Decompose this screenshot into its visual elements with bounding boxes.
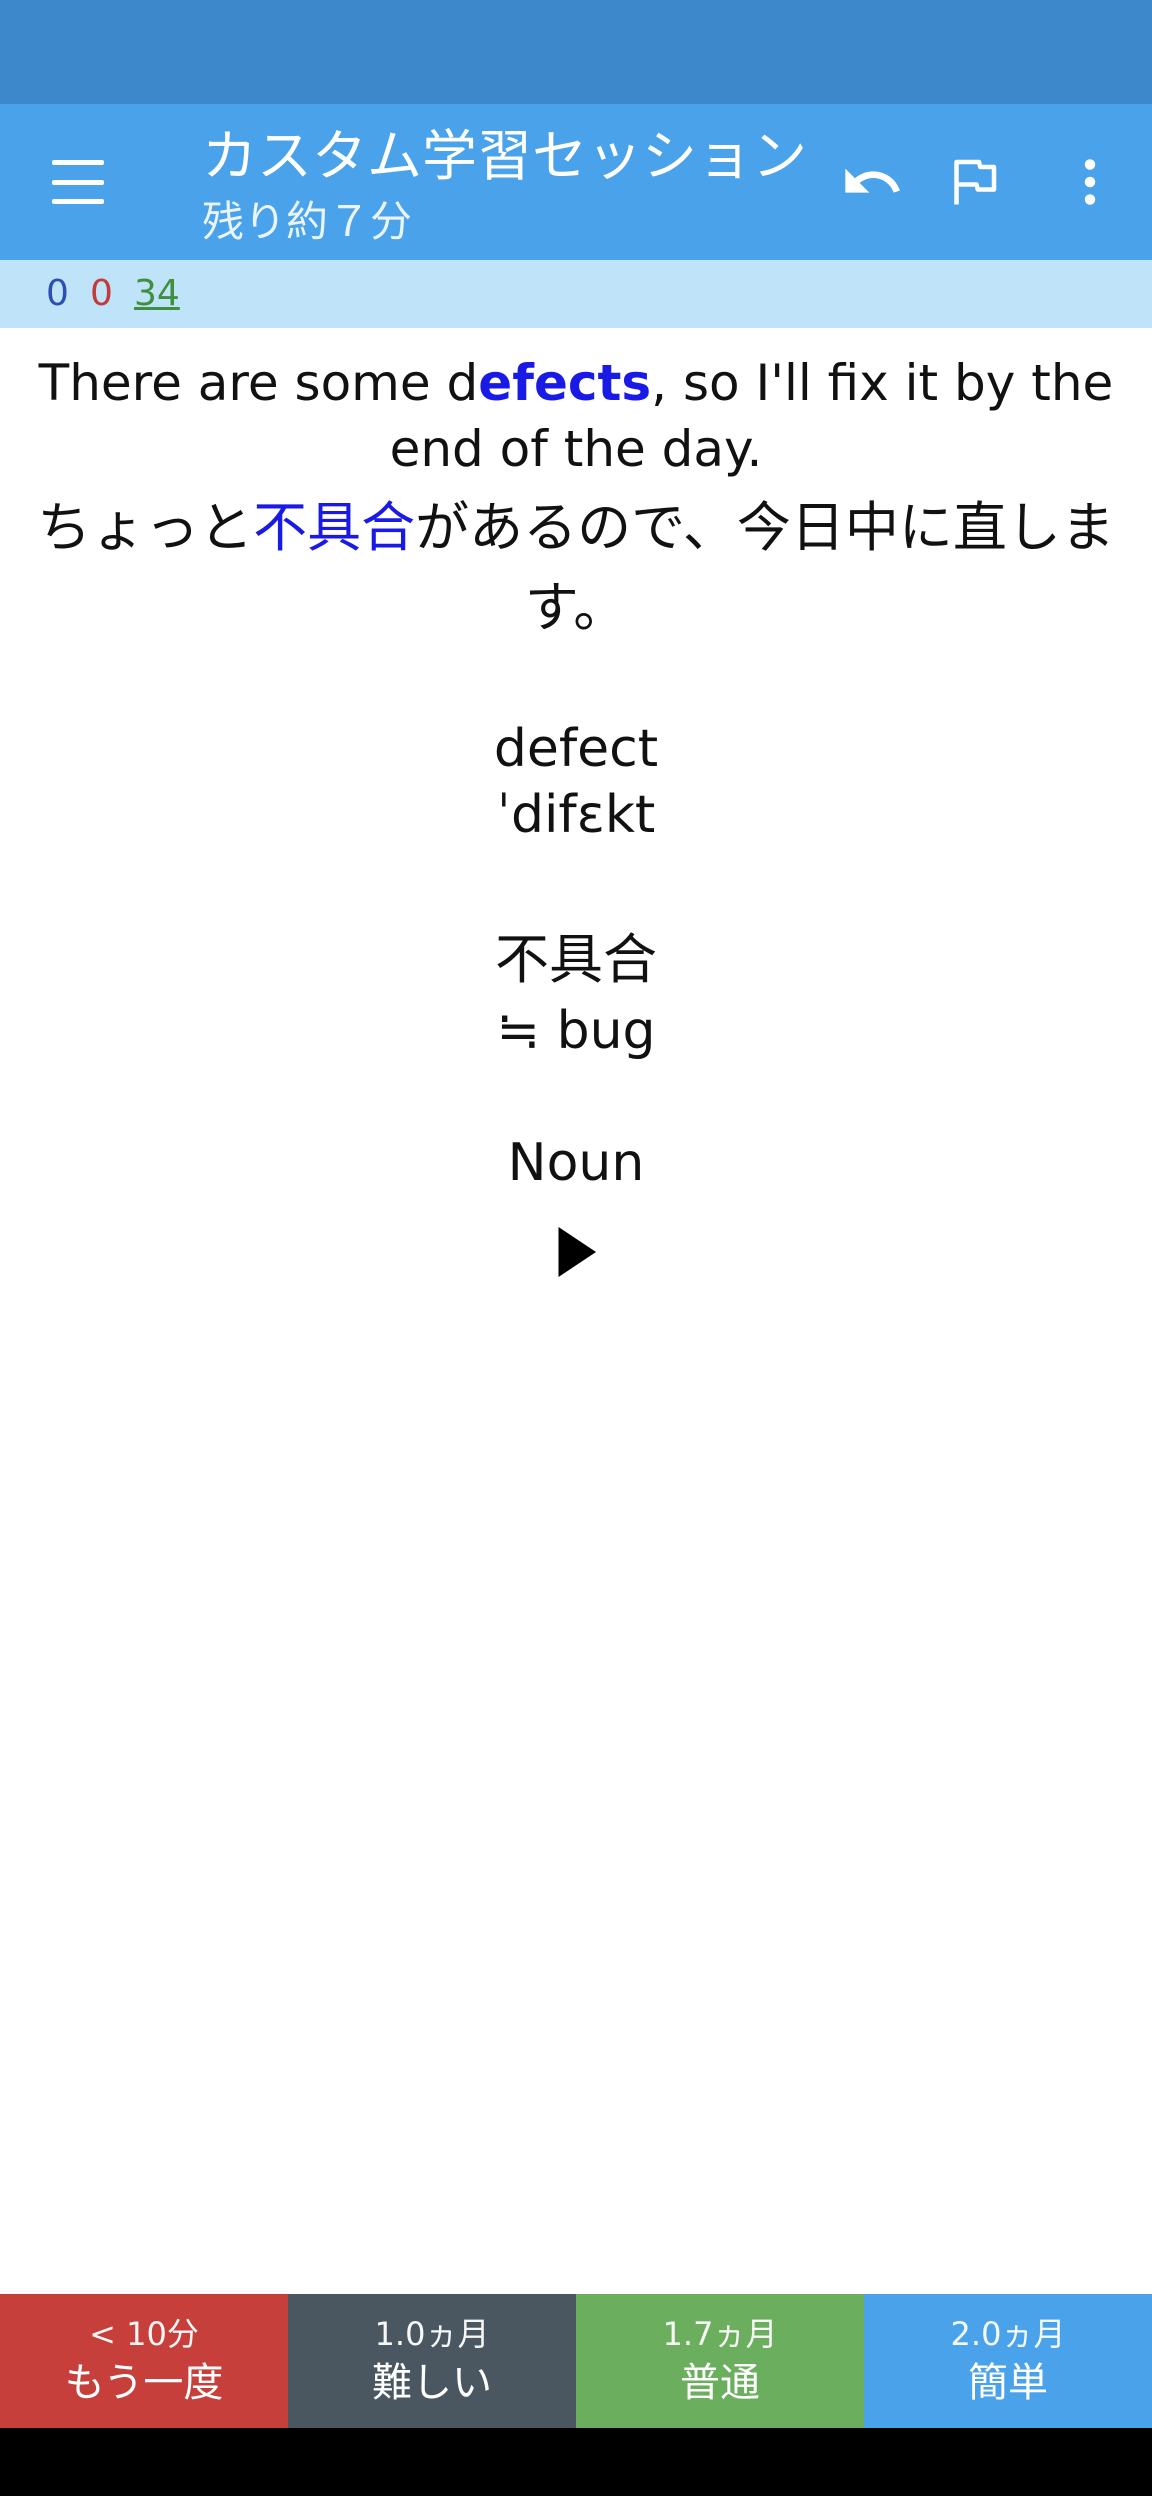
flashcard[interactable]: There are some defects, so I'll fix it b… <box>30 350 1122 1286</box>
example-sentence-en: There are some defects, so I'll fix it b… <box>30 350 1122 482</box>
sentence-en-pre: There are some d <box>38 354 479 412</box>
card-counts-bar: 0 0 34 <box>0 260 1152 328</box>
sentence-ja-highlight: 不具合 <box>253 496 416 559</box>
meaning: 不具合 <box>495 928 657 991</box>
part-of-speech: Noun <box>507 1133 645 1193</box>
sentence-ja-pre: ちょっと <box>37 496 254 559</box>
vocab-word: defect <box>493 719 659 779</box>
sentence-en-highlight: efects <box>478 354 652 412</box>
good-label: 普通 <box>680 2360 760 2406</box>
review-count: 34 <box>134 273 180 314</box>
flag-icon[interactable] <box>936 144 1012 220</box>
easy-interval: 2.0ヵ月 <box>950 2315 1066 2353</box>
page-title: カスタム学習セッション <box>202 124 808 188</box>
again-label: もう一度 <box>64 2360 224 2406</box>
synonym: ≒ bug <box>496 1001 656 1061</box>
answer-buttons: < 10分 もう一度 1.0ヵ月 難しい 1.7ヵ月 普通 2.0ヵ月 簡単 <box>0 2294 1152 2428</box>
hard-label: 難しい <box>372 2360 492 2406</box>
menu-icon[interactable] <box>44 150 112 214</box>
hard-button[interactable]: 1.0ヵ月 難しい <box>288 2294 576 2428</box>
hard-interval: 1.0ヵ月 <box>374 2315 490 2353</box>
example-sentence-ja: ちょっと不具合があるので、今日中に直します。 <box>30 488 1122 648</box>
easy-label: 簡単 <box>968 2360 1048 2406</box>
app-bar: カスタム学習セッション 残り約７分 <box>0 104 1152 260</box>
easy-button[interactable]: 2.0ヵ月 簡単 <box>864 2294 1152 2428</box>
new-count: 0 <box>46 273 69 314</box>
play-icon[interactable] <box>546 1222 606 1282</box>
good-interval: 1.7ヵ月 <box>662 2315 778 2353</box>
good-button[interactable]: 1.7ヵ月 普通 <box>576 2294 864 2428</box>
more-vert-icon[interactable] <box>1052 144 1128 220</box>
pronunciation: ˈdifɛkt <box>496 785 656 845</box>
system-nav-bar <box>0 2428 1152 2496</box>
status-bar <box>0 0 1152 104</box>
learning-count: 0 <box>90 273 113 314</box>
sentence-ja-post: があるので、今日中に直します。 <box>415 496 1115 639</box>
again-interval: < 10分 <box>89 2315 199 2353</box>
undo-icon[interactable] <box>834 144 910 220</box>
again-button[interactable]: < 10分 もう一度 <box>0 2294 288 2428</box>
time-remaining: 残り約７分 <box>202 197 413 246</box>
